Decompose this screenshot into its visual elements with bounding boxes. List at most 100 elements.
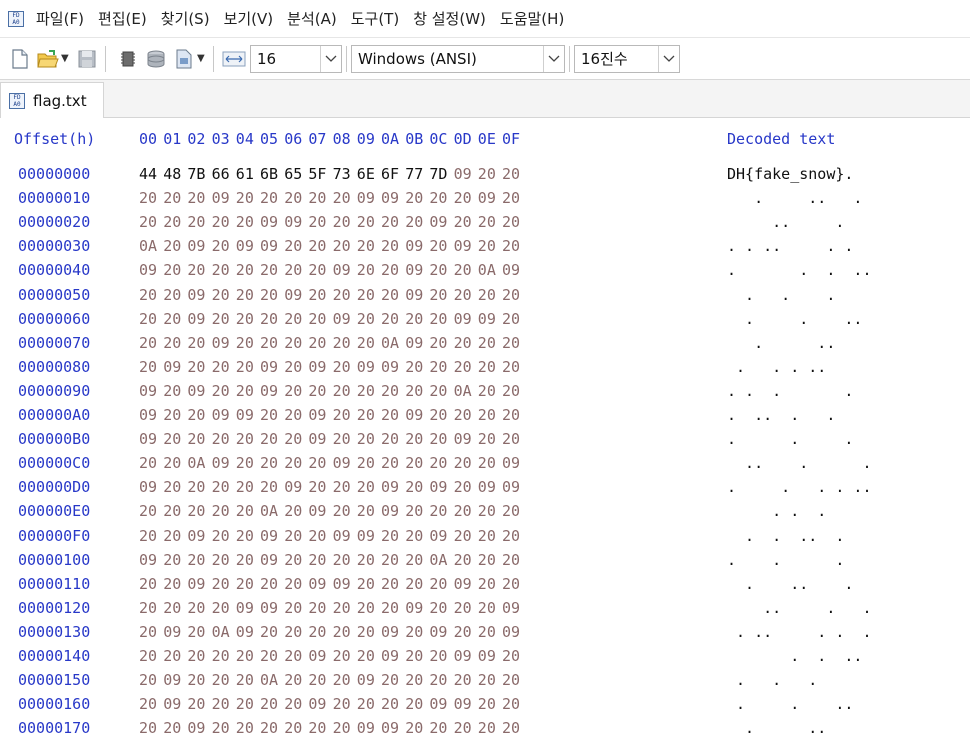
hex-byte[interactable]: 20 <box>212 716 236 740</box>
hex-byte[interactable]: 20 <box>357 283 381 307</box>
new-file-button[interactable] <box>8 47 32 71</box>
hex-byte[interactable]: 20 <box>187 620 211 644</box>
hex-byte[interactable]: 20 <box>381 668 405 692</box>
hex-byte[interactable]: 20 <box>357 475 381 499</box>
hex-byte[interactable]: 20 <box>357 596 381 620</box>
hex-byte[interactable]: 20 <box>454 668 478 692</box>
hex-byte[interactable]: 20 <box>308 307 332 331</box>
hex-byte[interactable]: 0A <box>381 331 405 355</box>
hex-byte[interactable]: 20 <box>405 475 429 499</box>
hex-byte[interactable]: 20 <box>502 548 526 572</box>
decoded-text[interactable]: . . . <box>727 283 872 307</box>
hex-byte[interactable]: 20 <box>236 210 260 234</box>
hex-byte[interactable]: 09 <box>429 620 453 644</box>
hex-byte[interactable]: 09 <box>260 596 284 620</box>
hex-byte[interactable]: 20 <box>357 331 381 355</box>
hex-byte[interactable]: 77 <box>405 162 429 186</box>
hex-byte[interactable]: 20 <box>478 403 502 427</box>
hex-byte[interactable]: 20 <box>333 716 357 740</box>
hex-row[interactable]: 00000000 44 48 7B 66 61 6B 65 5F 73 6E 6F 77 7D 09 20 20… <box>0 162 970 186</box>
hex-byte[interactable]: 20 <box>405 668 429 692</box>
hex-byte[interactable]: 09 <box>187 379 211 403</box>
hex-row[interactable]: 00000060 20 20 09 20 20 20 20 20 09 20 20 20 20 09 09 20… <box>0 307 970 331</box>
hex-byte[interactable]: 20 <box>139 596 163 620</box>
hex-byte[interactable]: 20 <box>381 596 405 620</box>
hex-row[interactable]: 00000160 20 09 20 20 20 20 20 09 20 20 20 20 09 09 20 20… <box>0 692 970 716</box>
bytes-per-row-select[interactable]: 16 <box>250 44 342 73</box>
hex-byte[interactable]: 09 <box>139 548 163 572</box>
hex-byte[interactable]: 20 <box>236 644 260 668</box>
hex-byte[interactable]: 20 <box>284 379 308 403</box>
hex-byte[interactable]: 20 <box>333 668 357 692</box>
hex-byte[interactable]: 6B <box>260 162 284 186</box>
hex-byte[interactable]: 0A <box>260 668 284 692</box>
decoded-text[interactable]: . . .. <box>727 692 872 716</box>
hex-byte[interactable]: 20 <box>333 644 357 668</box>
hex-byte[interactable]: 20 <box>454 620 478 644</box>
hex-byte[interactable]: 09 <box>236 620 260 644</box>
hex-byte[interactable]: 20 <box>333 379 357 403</box>
hex-byte[interactable]: 20 <box>333 548 357 572</box>
hex-byte[interactable]: 09 <box>357 186 381 210</box>
hex-view[interactable]: Offset(h) 00 01 02 03 04 05 06 07 08 09 0A 0B 0C 0D 0E… <box>0 118 970 748</box>
hex-byte[interactable]: 20 <box>139 451 163 475</box>
hex-byte[interactable]: 20 <box>163 524 187 548</box>
hex-byte[interactable]: 20 <box>139 355 163 379</box>
hex-byte[interactable]: 20 <box>163 234 187 258</box>
hex-byte[interactable]: 20 <box>429 403 453 427</box>
hex-byte[interactable]: 20 <box>236 258 260 282</box>
hex-byte[interactable]: 20 <box>284 668 308 692</box>
hex-byte[interactable]: 09 <box>405 283 429 307</box>
hex-byte[interactable]: 20 <box>284 186 308 210</box>
hex-byte[interactable]: 20 <box>260 692 284 716</box>
hex-byte[interactable]: 20 <box>260 283 284 307</box>
hex-byte[interactable]: 09 <box>357 716 381 740</box>
hex-byte[interactable]: 20 <box>357 451 381 475</box>
hex-byte[interactable]: 20 <box>308 258 332 282</box>
hex-byte[interactable]: 09 <box>212 331 236 355</box>
hex-byte[interactable]: 20 <box>236 331 260 355</box>
decoded-text[interactable]: . . .. . . <box>727 234 872 258</box>
hex-byte[interactable]: 20 <box>478 283 502 307</box>
hex-byte[interactable]: 20 <box>308 451 332 475</box>
hex-byte[interactable]: 20 <box>212 379 236 403</box>
hex-byte[interactable]: 20 <box>284 692 308 716</box>
hex-byte[interactable]: 20 <box>163 475 187 499</box>
file-info-dropdown-icon[interactable]: ▼ <box>197 53 207 64</box>
hex-byte[interactable]: 20 <box>187 403 211 427</box>
hex-row[interactable]: 00000030 0A 20 09 20 09 09 20 20 20 20 20 09 20 09 20 20… <box>0 234 970 258</box>
tab-flag-txt[interactable]: FD A0 flag.txt <box>0 82 104 118</box>
hex-byte[interactable]: 0A <box>478 258 502 282</box>
hex-row[interactable]: 00000110 20 20 09 20 20 20 20 09 09 20 20 20 20 09 20 20… <box>0 572 970 596</box>
hex-byte[interactable]: 20 <box>187 692 211 716</box>
hex-byte[interactable]: 20 <box>284 572 308 596</box>
hex-byte[interactable]: 20 <box>357 403 381 427</box>
hex-byte[interactable]: 20 <box>357 572 381 596</box>
decoded-text[interactable]: . .. <box>727 716 872 740</box>
hex-byte[interactable]: 20 <box>333 234 357 258</box>
hex-byte[interactable]: 20 <box>187 596 211 620</box>
hex-byte[interactable]: 20 <box>163 451 187 475</box>
hex-byte[interactable]: 20 <box>502 379 526 403</box>
hex-byte[interactable]: 20 <box>429 451 453 475</box>
hex-byte[interactable]: 09 <box>405 234 429 258</box>
hex-byte[interactable]: 20 <box>454 524 478 548</box>
hex-byte[interactable]: 09 <box>454 427 478 451</box>
hex-byte[interactable]: 20 <box>163 427 187 451</box>
hex-byte[interactable]: 20 <box>405 379 429 403</box>
hex-byte[interactable]: 20 <box>236 475 260 499</box>
hex-byte[interactable]: 20 <box>333 620 357 644</box>
hex-byte[interactable]: 09 <box>405 596 429 620</box>
hex-byte[interactable]: 20 <box>429 572 453 596</box>
hex-byte[interactable]: 7D <box>429 162 453 186</box>
hex-byte[interactable]: 20 <box>357 427 381 451</box>
hex-byte[interactable]: 09 <box>429 210 453 234</box>
decoded-text[interactable]: . .. . . . <box>727 620 871 644</box>
hex-byte[interactable]: 20 <box>429 355 453 379</box>
hex-byte[interactable]: 20 <box>308 668 332 692</box>
hex-byte[interactable]: 09 <box>454 307 478 331</box>
menu-analysis[interactable]: 분석(A) <box>287 8 337 29</box>
hex-byte[interactable]: 20 <box>260 475 284 499</box>
hex-byte[interactable]: 20 <box>381 692 405 716</box>
hex-byte[interactable]: 20 <box>139 331 163 355</box>
